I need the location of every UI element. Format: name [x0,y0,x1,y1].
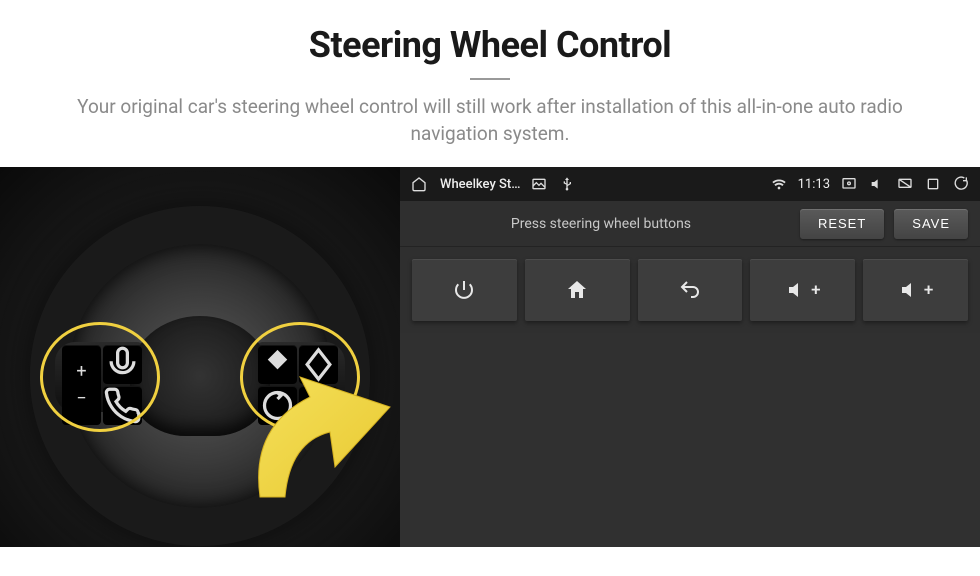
save-button[interactable]: SAVE [894,209,968,239]
power-icon [452,278,476,302]
wifi-icon [770,175,788,193]
back-nav-icon[interactable] [952,175,970,193]
status-bar: Wheelkey St… 11:13 [400,167,980,201]
diamond-up-icon [258,345,297,384]
diamond-icon [299,345,338,384]
action-row: Press steering wheel buttons RESET SAVE [400,201,980,247]
plus-icon: + [76,361,86,382]
picture-icon [530,175,548,193]
wheel-button-cluster-left: + − [62,345,142,409]
mute-icon[interactable] [868,175,886,193]
cycle-icon [258,386,297,425]
wheel-volume-rocker[interactable]: + − [62,345,101,425]
wheel-button-cluster-right [258,345,338,409]
power-tile[interactable] [412,259,517,321]
usb-icon [558,175,576,193]
back-icon [678,278,702,302]
function-tiles-row: + + [400,247,980,333]
wheel-select-button[interactable] [299,386,338,425]
phone-icon [103,386,142,425]
volume-up-tile-b[interactable]: + [863,259,968,321]
recent-icon[interactable] [924,175,942,193]
steering-wheel-panel: + − [0,167,400,547]
speaker-icon [785,278,809,302]
page-title: Steering Wheel Control [40,24,940,66]
reset-button[interactable]: RESET [800,209,884,239]
plus-label: + [811,280,820,300]
cast-icon[interactable] [840,175,858,193]
app-title: Wheelkey St… [440,177,520,192]
instruction-text: Press steering wheel buttons [412,216,790,232]
wheel-cycle-button[interactable] [258,386,297,425]
voice-icon [103,345,142,384]
header-section: Steering Wheel Control Your original car… [0,0,980,167]
title-divider [470,78,510,80]
page-subtitle: Your original car's steering wheel contr… [40,94,940,147]
home-tile[interactable] [525,259,630,321]
plus-label: + [924,280,933,300]
empty-area [400,333,980,547]
volume-up-tile-a[interactable]: + [750,259,855,321]
screen-icon[interactable] [896,175,914,193]
wheel-phone-button[interactable] [103,386,142,425]
home-icon [565,278,589,302]
minus-icon: − [76,388,86,409]
wheel-voice-button[interactable] [103,345,142,384]
home-icon[interactable] [410,175,428,193]
speaker-icon [898,278,922,302]
content-row: + − [0,167,980,547]
wheel-source-button[interactable] [299,345,338,384]
head-unit-panel: Wheelkey St… 11:13 [400,167,980,547]
target-icon [299,386,338,425]
back-tile[interactable] [638,259,743,321]
wheel-track-up-button[interactable] [258,345,297,384]
wheel-hub [130,316,270,436]
status-time: 11:13 [798,177,830,192]
